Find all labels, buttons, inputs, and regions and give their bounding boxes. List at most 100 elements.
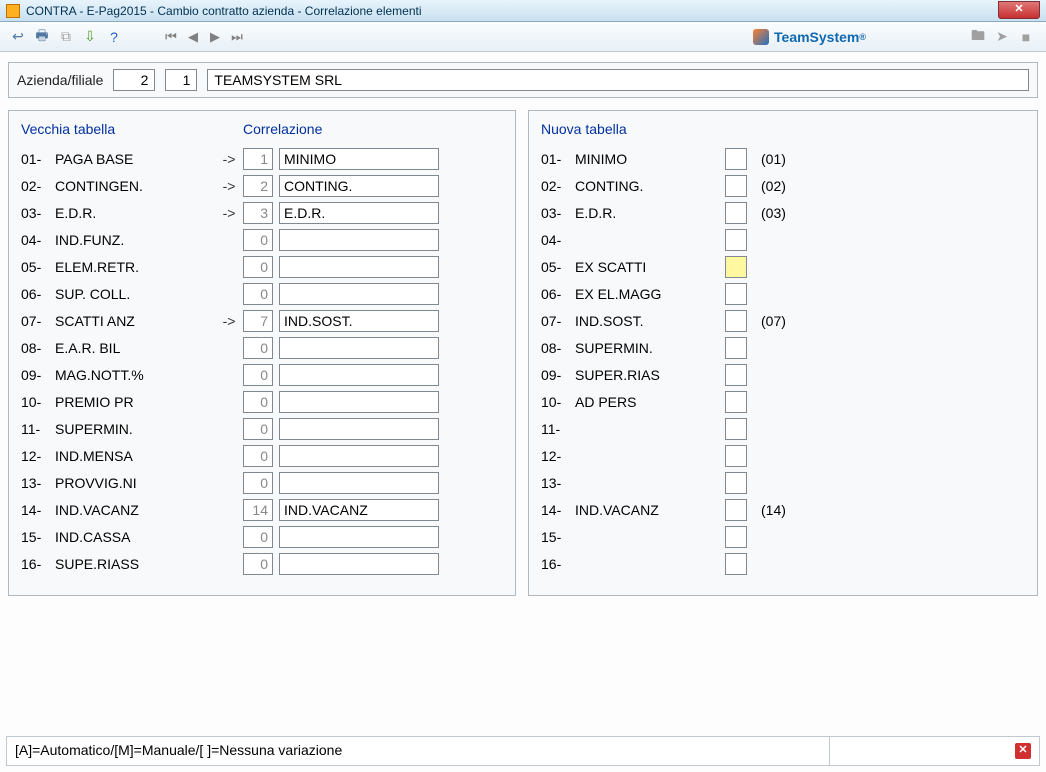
row-num: 04- xyxy=(541,232,575,248)
row-label: PROVVIG.NI xyxy=(55,475,215,491)
mode-input[interactable] xyxy=(725,418,747,440)
correlation-desc-input[interactable]: CONTING. xyxy=(279,175,439,197)
row-num: 07- xyxy=(21,313,55,329)
row-num: 09- xyxy=(21,367,55,383)
new-table-row: 16- xyxy=(541,552,1025,575)
row-label: E.A.R. BIL xyxy=(55,340,215,356)
old-table-row: 04-IND.FUNZ. 0 xyxy=(21,228,503,251)
new-table-row: 04- xyxy=(541,228,1025,251)
correlation-num-input[interactable]: 0 xyxy=(243,283,273,305)
close-button[interactable]: ✕ xyxy=(998,1,1040,19)
correlation-desc-input[interactable] xyxy=(279,337,439,359)
correlation-num-input[interactable]: 0 xyxy=(243,364,273,386)
correlation-desc-input[interactable]: IND.SOST. xyxy=(279,310,439,332)
mode-input[interactable] xyxy=(725,526,747,548)
row-label: PAGA BASE xyxy=(55,151,215,167)
correlation-desc-input[interactable] xyxy=(279,391,439,413)
row-num: 14- xyxy=(21,502,55,518)
row-label: IND.FUNZ. xyxy=(55,232,215,248)
mode-input[interactable] xyxy=(725,391,747,413)
correlation-desc-input[interactable] xyxy=(279,553,439,575)
row-label: PREMIO PR xyxy=(55,394,215,410)
correlation-num-input[interactable]: 0 xyxy=(243,337,273,359)
row-num: 06- xyxy=(21,286,55,302)
prev-icon[interactable]: ◀ xyxy=(184,29,202,45)
row-num: 08- xyxy=(21,340,55,356)
correlation-num-input[interactable]: 1 xyxy=(243,148,273,170)
correlation-desc-input[interactable]: IND.VACANZ xyxy=(279,499,439,521)
mode-input[interactable] xyxy=(725,364,747,386)
next-icon[interactable]: ▶ xyxy=(206,29,224,45)
correlation-desc-input[interactable]: MINIMO xyxy=(279,148,439,170)
correlation-num-input[interactable]: 7 xyxy=(243,310,273,332)
mode-input[interactable] xyxy=(725,256,747,278)
forward-icon[interactable]: ➤ xyxy=(992,27,1012,47)
last-icon[interactable]: ⏭ xyxy=(228,29,246,45)
row-num: 04- xyxy=(21,232,55,248)
old-table-row: 09-MAG.NOTT.%0 xyxy=(21,363,503,386)
correlation-desc-input[interactable] xyxy=(279,364,439,386)
first-icon[interactable]: ⏮ xyxy=(162,29,180,45)
correlation-desc-input[interactable] xyxy=(279,229,439,251)
new-table-row: 06-EX EL.MAGG xyxy=(541,282,1025,305)
row-num: 11- xyxy=(21,421,55,437)
row-label: SUPERMIN. xyxy=(55,421,215,437)
mode-input[interactable] xyxy=(725,310,747,332)
left-col2-header: Correlazione xyxy=(243,121,322,137)
stop-icon[interactable]: ■ xyxy=(1016,27,1036,47)
folder-icon[interactable]: 🖿 xyxy=(968,27,988,47)
old-table-row: 06-SUP. COLL.0 xyxy=(21,282,503,305)
correlation-desc-input[interactable] xyxy=(279,445,439,467)
row-num: 08- xyxy=(541,340,575,356)
row-label: SUPE.RIASS xyxy=(55,556,215,572)
back-icon[interactable]: ↩ xyxy=(8,27,28,47)
correlation-num-input[interactable]: 0 xyxy=(243,256,273,278)
old-table-row: 08-E.A.R. BIL 0 xyxy=(21,336,503,359)
correlation-desc-input[interactable] xyxy=(279,283,439,305)
print-icon[interactable]: 🖶 xyxy=(32,27,52,47)
right-header: Nuova tabella xyxy=(541,121,627,137)
correlation-desc-input[interactable]: E.D.R. xyxy=(279,202,439,224)
correlation-desc-input[interactable] xyxy=(279,256,439,278)
brand-logo: TeamSystem® xyxy=(753,29,866,45)
correlation-num-input[interactable]: 2 xyxy=(243,175,273,197)
row-label: SUPER.RIAS xyxy=(575,367,725,383)
row-num: 11- xyxy=(541,421,575,437)
correlation-num-input[interactable]: 0 xyxy=(243,526,273,548)
correlation-num-input[interactable]: 0 xyxy=(243,445,273,467)
correlation-num-input[interactable]: 0 xyxy=(243,229,273,251)
correlation-num-input[interactable]: 14 xyxy=(243,499,273,521)
help-icon[interactable]: ? xyxy=(104,27,124,47)
mode-input[interactable] xyxy=(725,283,747,305)
correlation-num-input[interactable]: 0 xyxy=(243,472,273,494)
mode-input[interactable] xyxy=(725,148,747,170)
row-label: E.D.R. xyxy=(575,205,725,221)
mode-input[interactable] xyxy=(725,337,747,359)
arrow-icon: -> xyxy=(215,205,243,221)
row-label: IND.VACANZ xyxy=(55,502,215,518)
export-icon[interactable]: ⇩ xyxy=(80,27,100,47)
mode-input[interactable] xyxy=(725,472,747,494)
new-table-row: 03-E.D.R.(03) xyxy=(541,201,1025,224)
mode-input[interactable] xyxy=(725,553,747,575)
correlation-desc-input[interactable] xyxy=(279,418,439,440)
company-name-input[interactable]: TEAMSYSTEM SRL xyxy=(207,69,1029,91)
correlation-num-input[interactable]: 0 xyxy=(243,418,273,440)
correlation-desc-input[interactable] xyxy=(279,472,439,494)
new-table-row: 05-EX SCATTI xyxy=(541,255,1025,278)
correlation-num-input[interactable]: 0 xyxy=(243,391,273,413)
filiale-code-input[interactable]: 1 xyxy=(165,69,197,91)
mode-input[interactable] xyxy=(725,202,747,224)
error-icon[interactable]: ✕ xyxy=(1015,743,1031,759)
mode-input[interactable] xyxy=(725,445,747,467)
row-num: 12- xyxy=(541,448,575,464)
mode-input[interactable] xyxy=(725,229,747,251)
correlation-desc-input[interactable] xyxy=(279,526,439,548)
mode-input[interactable] xyxy=(725,499,747,521)
correlation-num-input[interactable]: 3 xyxy=(243,202,273,224)
mode-input[interactable] xyxy=(725,175,747,197)
copy-icon[interactable]: ⧉ xyxy=(56,27,76,47)
correlation-num-input[interactable]: 0 xyxy=(243,553,273,575)
status-text: [A]=Automatico/[M]=Manuale/[ ]=Nessuna v… xyxy=(6,736,830,766)
azienda-code-input[interactable]: 2 xyxy=(113,69,155,91)
